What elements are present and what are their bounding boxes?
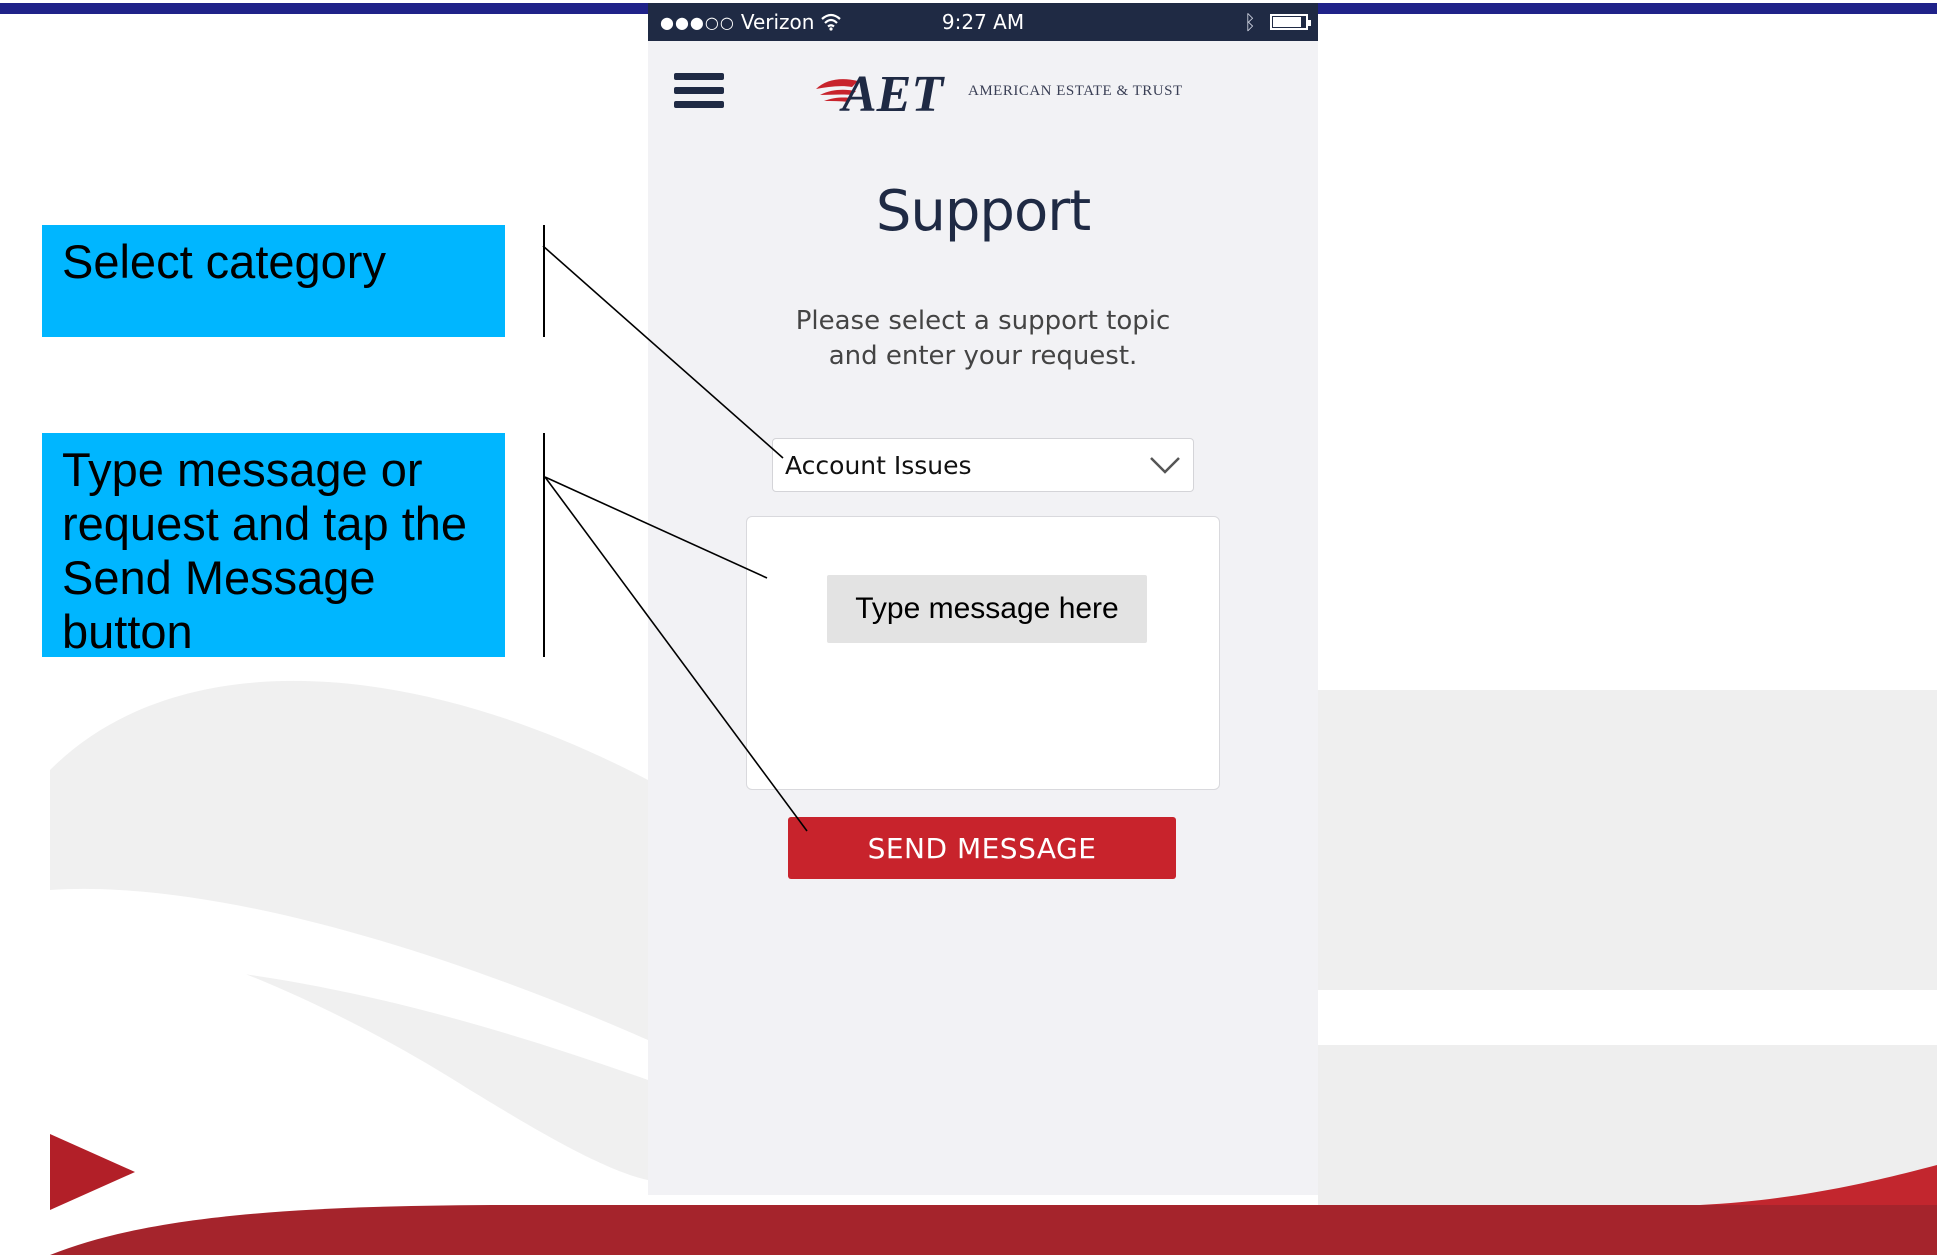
chevron-down-icon (1150, 457, 1180, 474)
support-topic-value: Account Issues (785, 451, 972, 480)
logo-mark: AET (839, 67, 945, 117)
support-topic-select[interactable]: Account Issues (772, 438, 1194, 492)
page-title: Support (875, 179, 1091, 244)
callout-type-message: Type message or request and tap the Send… (42, 433, 505, 658)
app-header: AET AMERICAN ESTATE & TRUST (648, 41, 1318, 141)
phone-screen: ●●●○○ Verizon 9:27 AM ᛒ AET AMERICAN EST… (648, 3, 1318, 1195)
send-message-button[interactable]: SEND MESSAGE (788, 817, 1176, 879)
battery-icon (1270, 14, 1311, 30)
support-instructions: Please select a support topic and enter … (648, 304, 1318, 374)
hamburger-menu-icon[interactable] (674, 73, 724, 109)
status-bar: ●●●○○ Verizon 9:27 AM ᛒ (648, 3, 1318, 41)
instruction-line-2: and enter your request. (828, 341, 1138, 371)
aet-eagle-logo-icon: AET (816, 67, 945, 117)
aet-logo: AET AMERICAN ESTATE & TRUST (816, 67, 1276, 117)
callout-bracket-2 (543, 433, 545, 657)
slide: Select category Type message or request … (0, 0, 1937, 1255)
callout-bracket-1 (543, 225, 545, 337)
callout-select-category: Select category (42, 225, 505, 337)
status-right: ᛒ (1244, 10, 1311, 34)
message-textarea[interactable]: Type message here (746, 516, 1220, 790)
status-time: 9:27 AM (941, 10, 1025, 34)
message-placeholder: Type message here (827, 575, 1147, 643)
bluetooth-icon: ᛒ (1244, 10, 1256, 34)
logo-text: AMERICAN ESTATE & TRUST (968, 83, 1183, 99)
instruction-line-1: Please select a support topic (795, 306, 1171, 336)
play-arrow-icon (50, 1134, 135, 1210)
